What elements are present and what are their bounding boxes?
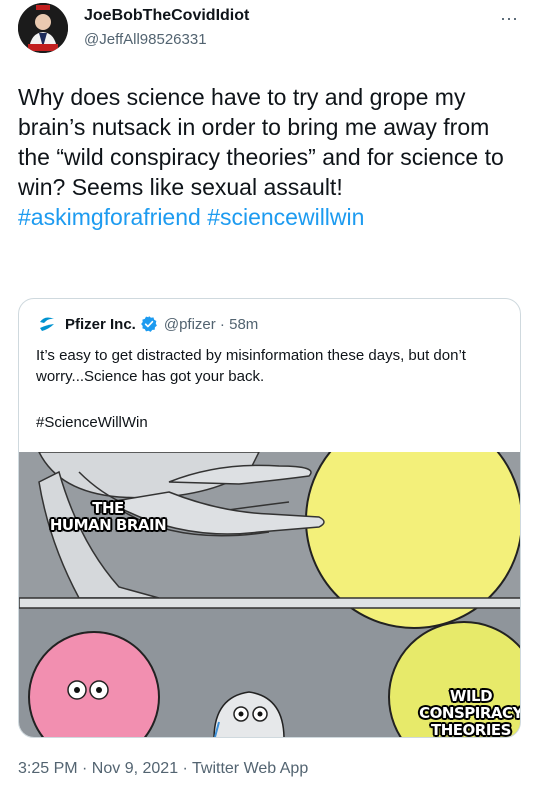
- meme-label-conspiracy: WILD CONSPIRACY THEORIES: [419, 687, 521, 738]
- tweet-timestamp[interactable]: 3:25 PM · Nov 9, 2021 · Twitter Web App: [18, 760, 308, 778]
- quoted-tweet-header: Pfizer Inc. @pfizer · 58m: [37, 314, 258, 334]
- meme-label-brain: THE HUMAN BRAIN: [49, 499, 167, 534]
- quoted-tweet-hashtag[interactable]: #ScienceWillWin: [36, 414, 148, 431]
- user-handle[interactable]: @JeffAll98526331: [84, 31, 207, 48]
- tweet-text: Why does science have to try and grope m…: [18, 82, 523, 232]
- avatar[interactable]: [18, 3, 68, 53]
- tweet: JoeBobTheCovidIdiot @JeffAll98526331 ⋯ W…: [0, 0, 541, 800]
- pfizer-logo-icon: [40, 317, 54, 331]
- quoted-tweet-text: It’s easy to get distracted by misinform…: [36, 347, 466, 385]
- quoted-tweet[interactable]: Pfizer Inc. @pfizer · 58m It’s easy to g…: [18, 298, 521, 738]
- verified-badge-icon: [140, 316, 157, 332]
- tweet-hashtags[interactable]: #askimgforafriend #sciencewillwin: [18, 204, 364, 230]
- meme-image[interactable]: THE HUMAN BRAIN WILD CONSPIRACY THEORIES: [19, 452, 521, 738]
- display-name[interactable]: JoeBobTheCovidIdiot: [84, 7, 249, 25]
- tweet-body: Why does science have to try and grope m…: [18, 84, 504, 200]
- more-options-icon[interactable]: ⋯: [500, 9, 519, 30]
- quoted-author-name[interactable]: Pfizer Inc.: [65, 316, 136, 333]
- quoted-author-handle[interactable]: @pfizer · 58m: [164, 316, 258, 333]
